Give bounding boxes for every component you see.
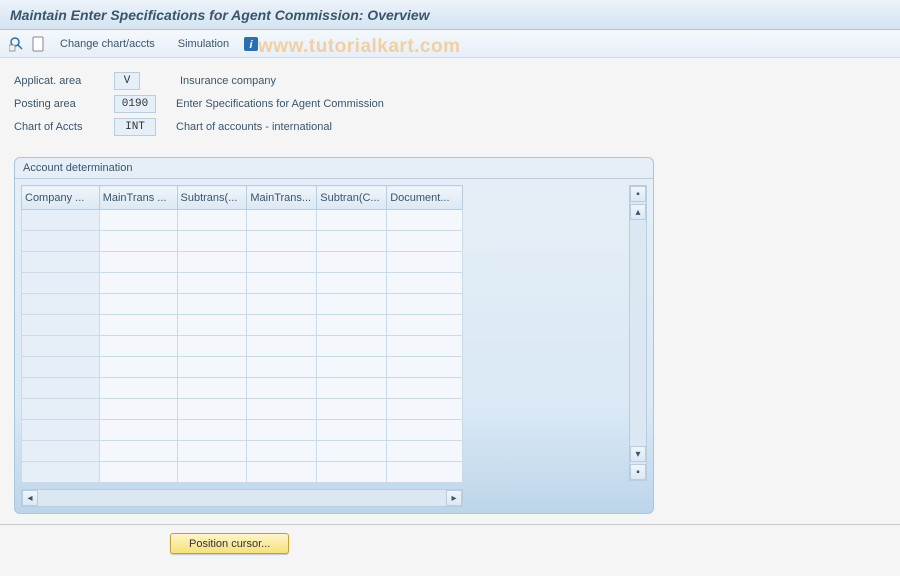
scroll-top-icon[interactable]: ▪ — [630, 186, 646, 202]
posting-area-desc: Enter Specifications for Agent Commissio… — [176, 98, 384, 110]
table-body — [22, 210, 463, 483]
table-row[interactable] — [22, 378, 463, 399]
separator — [0, 524, 900, 525]
table-header-row: Company ... MainTrans ... Subtrans(... M… — [22, 186, 463, 210]
col-maintrans2[interactable]: MainTrans... — [247, 186, 317, 210]
account-determination-panel: Account determination Company ... MainTr… — [14, 157, 654, 514]
row-chart-accts: Chart of Accts INT Chart of accounts - i… — [14, 116, 886, 138]
title-bar: Maintain Enter Specifications for Agent … — [0, 0, 900, 30]
table-row[interactable] — [22, 231, 463, 252]
posting-area-value: 0190 — [114, 95, 156, 113]
table-row[interactable] — [22, 462, 463, 483]
horizontal-scrollbar[interactable]: ◂ ▸ — [21, 489, 463, 507]
scroll-up-icon[interactable]: ▴ — [630, 204, 646, 220]
table-row[interactable] — [22, 336, 463, 357]
col-subtrans1[interactable]: Subtrans(... — [177, 186, 247, 210]
inspect-icon[interactable] — [8, 35, 26, 53]
posting-area-label: Posting area — [14, 98, 114, 110]
form-area: Applicat. area V Insurance company Posti… — [0, 58, 900, 147]
col-maintrans1[interactable]: MainTrans ... — [99, 186, 177, 210]
chart-accts-label: Chart of Accts — [14, 121, 114, 133]
chart-accts-value: INT — [114, 118, 156, 136]
table-row[interactable] — [22, 294, 463, 315]
table-row[interactable] — [22, 357, 463, 378]
page-title: Maintain Enter Specifications for Agent … — [10, 7, 430, 23]
app-area-label: Applicat. area — [14, 75, 114, 87]
col-company[interactable]: Company ... — [22, 186, 100, 210]
data-table: Company ... MainTrans ... Subtrans(... M… — [21, 185, 463, 483]
simulation-link[interactable]: Simulation — [168, 38, 239, 50]
vertical-scrollbar[interactable]: ▪ ▴ ▾ ▪ — [629, 185, 647, 481]
position-cursor-button[interactable]: Position cursor... — [170, 533, 289, 554]
toolbar: Change chart/accts Simulation i — [0, 30, 900, 58]
panel-header: Account determination — [15, 158, 653, 179]
table-row[interactable] — [22, 420, 463, 441]
info-icon[interactable]: i — [242, 35, 260, 53]
table-row[interactable] — [22, 273, 463, 294]
row-posting-area: Posting area 0190 Enter Specifications f… — [14, 93, 886, 115]
scroll-bottom-icon[interactable]: ▪ — [630, 464, 646, 480]
app-area-value: V — [114, 72, 140, 90]
table-row[interactable] — [22, 399, 463, 420]
table-row[interactable] — [22, 252, 463, 273]
change-chart-link[interactable]: Change chart/accts — [50, 38, 165, 50]
scroll-down-icon[interactable]: ▾ — [630, 446, 646, 462]
create-icon[interactable] — [29, 35, 47, 53]
table-row[interactable] — [22, 210, 463, 231]
chart-accts-desc: Chart of accounts - international — [176, 121, 332, 133]
button-row: Position cursor... — [0, 529, 900, 554]
scroll-right-icon[interactable]: ▸ — [446, 490, 462, 506]
table-row[interactable] — [22, 441, 463, 462]
app-area-desc: Insurance company — [180, 75, 276, 87]
col-document[interactable]: Document... — [387, 186, 463, 210]
table-row[interactable] — [22, 315, 463, 336]
col-subtran2[interactable]: Subtran(C... — [317, 186, 387, 210]
panel-body: Company ... MainTrans ... Subtrans(... M… — [15, 179, 653, 489]
row-app-area: Applicat. area V Insurance company — [14, 70, 886, 92]
scroll-left-icon[interactable]: ◂ — [22, 490, 38, 506]
